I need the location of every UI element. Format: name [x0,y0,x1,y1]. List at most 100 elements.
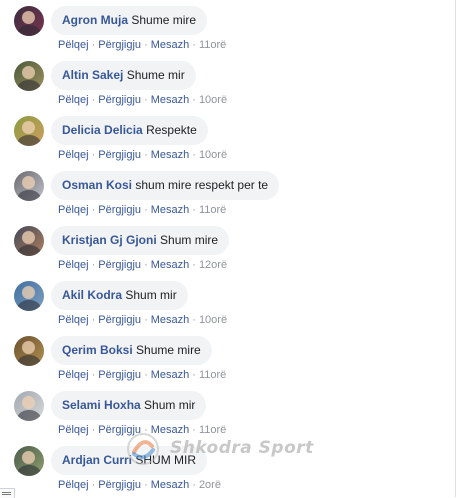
separator: · [144,149,148,161]
separator: · [91,204,96,216]
comment-timestamp[interactable]: 11orë [199,424,226,436]
like-link[interactable]: Pëlqej [58,149,89,161]
comment: Qerim Boksi Shume mire Pëlqej · Përgjigju ·… [14,336,444,386]
separator: · [192,314,196,326]
comment-bubble: Ardjan Curri SHUM MIR [51,446,208,475]
avatar[interactable] [14,281,44,311]
message-link[interactable]: Mesazh [151,314,190,326]
comment: Akil Kodra Shum mir Pëlqej · Përgjigju · Mes… [14,281,444,331]
comment-author[interactable]: Delicia Delicia [62,123,143,137]
separator: · [192,424,196,436]
reply-link[interactable]: Përgjigju [98,479,141,491]
comment-actions: Pëlqej · Përgjigju · Mesazh · 2orë [58,479,221,491]
comment-text: Shume mire [136,343,201,357]
comment-timestamp[interactable]: 10orë [199,314,227,326]
message-link[interactable]: Mesazh [151,149,190,161]
comment-actions: Pëlqej · Përgjigju · Mesazh · 12orë [58,259,227,271]
reply-link[interactable]: Përgjigju [98,94,141,106]
separator: · [192,94,196,106]
comment-timestamp[interactable]: 10orë [199,149,227,161]
avatar[interactable] [14,336,44,366]
comment-timestamp[interactable]: 12orë [199,259,227,271]
message-link[interactable]: Mesazh [151,424,190,436]
comment-author[interactable]: Agron Muja [62,13,128,27]
comment-author[interactable]: Kristjan Gj Gjoni [62,233,157,247]
separator: · [91,149,96,161]
separator: · [91,39,96,51]
comment-bubble: Agron Muja Shume mire [51,6,208,35]
separator: · [192,259,196,271]
avatar[interactable] [14,391,44,421]
reply-link[interactable]: Përgjigju [98,204,141,216]
separator: · [192,369,196,381]
comment-author[interactable]: Qerim Boksi [62,343,133,357]
separator: · [192,204,196,216]
avatar[interactable] [14,171,44,201]
separator: · [144,314,148,326]
comment-timestamp[interactable]: 2orë [199,479,221,491]
comment-text: Respekte [146,123,197,137]
like-link[interactable]: Pëlqej [58,424,89,436]
separator: · [144,479,148,491]
avatar[interactable] [14,226,44,256]
comment-actions: Pëlqej · Përgjigju · Mesazh · 11orë [58,39,226,51]
reply-link[interactable]: Përgjigju [98,369,141,381]
comment-timestamp[interactable]: 10orë [199,94,227,106]
message-link[interactable]: Mesazh [151,39,190,51]
comment-timestamp[interactable]: 11orë [199,39,226,51]
separator: · [144,424,148,436]
message-link[interactable]: Mesazh [151,204,190,216]
panel-border [455,0,456,497]
reply-link[interactable]: Përgjigju [98,314,141,326]
message-link[interactable]: Mesazh [151,369,190,381]
comment-text: Shum mire [160,233,219,247]
like-link[interactable]: Pëlqej [58,94,89,106]
separator: · [192,479,196,491]
comment: Ardjan Curri SHUM MIR Pëlqej · Përgjigju · M… [14,446,444,496]
comment-author[interactable]: Akil Kodra [62,288,122,302]
like-link[interactable]: Pëlqej [58,479,89,491]
comment-author[interactable]: Altin Sakej [62,68,123,82]
comment-author[interactable]: Ardjan Curri [62,453,132,467]
avatar[interactable] [14,61,44,91]
avatar[interactable] [14,116,44,146]
separator: · [144,94,148,106]
message-link[interactable]: Mesazh [151,479,190,491]
separator: · [91,94,96,106]
reply-link[interactable]: Përgjigju [98,259,141,271]
comment-timestamp[interactable]: 11orë [199,204,226,216]
separator: · [144,204,148,216]
like-link[interactable]: Pëlqej [58,369,89,381]
separator: · [91,369,96,381]
like-link[interactable]: Pëlqej [58,204,89,216]
comment-actions: Pëlqej · Përgjigju · Mesazh · 10orë [58,94,227,106]
comment: Altin Sakej Shume mir Pëlqej · Përgjigju · M… [14,61,444,111]
avatar[interactable] [14,6,44,36]
separator: · [192,149,196,161]
comment-actions: Pëlqej · Përgjigju · Mesazh · 11orë [58,204,226,216]
comment-actions: Pëlqej · Përgjigju · Mesazh · 10orë [58,314,227,326]
comment-author[interactable]: Selami Hoxha [62,398,141,412]
like-link[interactable]: Pëlqej [58,39,89,51]
like-link[interactable]: Pëlqej [58,259,89,271]
separator: · [144,39,148,51]
separator: · [91,479,96,491]
reply-link[interactable]: Përgjigju [98,39,141,51]
comment: Agron Muja Shume mire Pëlqej · Përgjigju · M… [14,6,444,56]
comment: Osman Kosi shum mire respekt per te Pëlq… [14,171,444,221]
comment-timestamp[interactable]: 11orë [199,369,226,381]
reply-link[interactable]: Përgjigju [98,149,141,161]
comment-bubble: Kristjan Gj Gjoni Shum mire [51,226,230,255]
comment-text: Shum mir [125,288,177,302]
message-link[interactable]: Mesazh [151,94,190,106]
comment-text: Shume mire [131,13,197,27]
reply-link[interactable]: Përgjigju [98,424,141,436]
message-link[interactable]: Mesazh [151,259,190,271]
comment-author[interactable]: Osman Kosi [62,178,132,192]
comment: Delicia Delicia Respekte Pëlqej · Përgjigj… [14,116,444,166]
avatar[interactable] [14,446,44,476]
like-link[interactable]: Pëlqej [58,314,89,326]
comment: Selami Hoxha Shum mir Pëlqej · Përgjigju · M… [14,391,444,441]
separator: · [91,314,96,326]
comment-actions: Pëlqej · Përgjigju · Mesazh · 11orë [58,369,226,381]
